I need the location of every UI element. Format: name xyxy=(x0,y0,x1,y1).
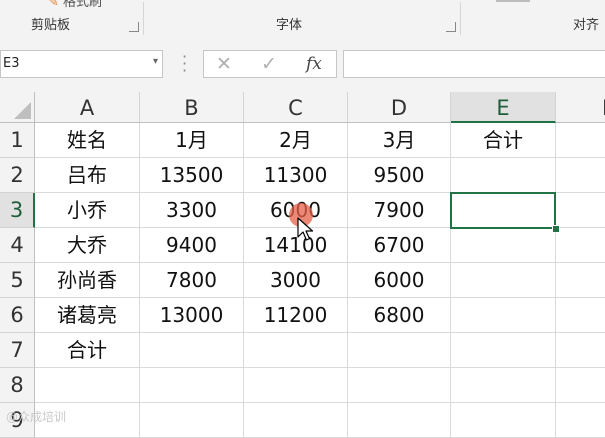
watermark: @众成培训 xyxy=(6,410,67,424)
cell-c9[interactable] xyxy=(244,403,348,438)
cell-c2[interactable]: 11300 xyxy=(244,158,348,193)
cell-e7[interactable] xyxy=(451,333,556,368)
cell-c1[interactable]: 2月 xyxy=(244,123,348,158)
cell-e5[interactable] xyxy=(451,263,556,298)
cell-f7[interactable] xyxy=(556,333,605,368)
cell-b9[interactable] xyxy=(140,403,244,438)
insert-function-icon[interactable]: fx xyxy=(306,54,322,74)
cell-b6[interactable]: 13000 xyxy=(140,298,244,333)
clipboard-group: 剪贴板 xyxy=(0,0,143,37)
cell-b5[interactable]: 7800 xyxy=(140,263,244,298)
column-header-b[interactable]: B xyxy=(140,92,244,123)
cell-a6[interactable]: 诸葛亮 xyxy=(35,298,140,333)
cell-e2[interactable] xyxy=(451,158,556,193)
cell-e4[interactable] xyxy=(451,228,556,263)
more-options-icon[interactable]: · · · xyxy=(182,49,187,79)
row-header-6[interactable]: 6 xyxy=(0,298,35,333)
cell-f4[interactable] xyxy=(556,228,605,263)
cell-b3[interactable]: 3300 xyxy=(140,193,244,228)
cell-d5[interactable]: 6000 xyxy=(348,263,451,298)
column-header-e[interactable]: E xyxy=(451,92,556,123)
cell-b7[interactable] xyxy=(140,333,244,368)
select-all-button[interactable] xyxy=(0,92,35,123)
cancel-icon[interactable]: ✕ xyxy=(216,53,232,75)
cell-c7[interactable] xyxy=(244,333,348,368)
clipboard-group-label: 剪贴板 xyxy=(31,18,71,33)
cell-c6[interactable]: 11200 xyxy=(244,298,348,333)
cell-b1[interactable]: 1月 xyxy=(140,123,244,158)
column-header-a[interactable]: A xyxy=(35,92,140,123)
cell-b8[interactable] xyxy=(140,368,244,403)
cell-e1[interactable]: 合计 xyxy=(451,123,556,158)
active-cell-border xyxy=(450,192,556,229)
mouse-cursor-icon xyxy=(297,217,314,241)
cell-a2[interactable]: 吕布 xyxy=(35,158,140,193)
cell-d4[interactable]: 6700 xyxy=(348,228,451,263)
select-all-triangle-icon xyxy=(14,102,31,119)
cell-a1[interactable]: 姓名 xyxy=(35,123,140,158)
row-header-3[interactable]: 3 xyxy=(0,193,35,228)
cell-a3[interactable]: 小乔 xyxy=(35,193,140,228)
column-header-d[interactable]: D xyxy=(348,92,451,123)
cell-e8[interactable] xyxy=(451,368,556,403)
clipboard-launcher-icon[interactable] xyxy=(129,22,139,32)
spreadsheet-grid[interactable]: A B C D E F 1 2 3 4 5 6 7 8 9 姓名1月2月3月合计… xyxy=(0,92,605,438)
cell-f2[interactable] xyxy=(556,158,605,193)
cell-b4[interactable]: 9400 xyxy=(140,228,244,263)
column-header-c[interactable]: C xyxy=(244,92,348,123)
cell-c8[interactable] xyxy=(244,368,348,403)
cell-d7[interactable] xyxy=(348,333,451,368)
row-header-4[interactable]: 4 xyxy=(0,228,35,263)
name-box[interactable]: E3 ▾ xyxy=(0,50,163,78)
cell-d1[interactable]: 3月 xyxy=(348,123,451,158)
cell-e6[interactable] xyxy=(451,298,556,333)
cell-f1[interactable] xyxy=(556,123,605,158)
cell-f3[interactable] xyxy=(556,193,605,228)
cell-a5[interactable]: 孙尚香 xyxy=(35,263,140,298)
cell-d6[interactable]: 6800 xyxy=(348,298,451,333)
column-header-f[interactable]: F xyxy=(556,92,605,123)
cell-a4[interactable]: 大乔 xyxy=(35,228,140,263)
name-box-value: E3 xyxy=(3,56,20,71)
cell-d8[interactable] xyxy=(348,368,451,403)
cell-a7[interactable]: 合计 xyxy=(35,333,140,368)
font-group: 字体 xyxy=(144,0,460,37)
alignment-group-label: 对齐 xyxy=(573,18,600,33)
alignment-group: 对齐 xyxy=(461,0,605,37)
formula-input[interactable] xyxy=(343,50,605,78)
cell-b2[interactable]: 13500 xyxy=(140,158,244,193)
cell-d3[interactable]: 7900 xyxy=(348,193,451,228)
cell-f9[interactable] xyxy=(556,403,605,438)
formula-buttons: ✕ ✓ fx xyxy=(203,50,337,78)
row-header-2[interactable]: 2 xyxy=(0,158,35,193)
fill-handle[interactable] xyxy=(552,225,560,233)
row-header-1[interactable]: 1 xyxy=(0,123,35,158)
font-group-label: 字体 xyxy=(276,18,303,33)
cell-a8[interactable] xyxy=(35,368,140,403)
chevron-down-icon[interactable]: ▾ xyxy=(153,56,158,67)
cell-d9[interactable] xyxy=(348,403,451,438)
cell-f6[interactable] xyxy=(556,298,605,333)
formula-bar: E3 ▾ · · · ✕ ✓ fx xyxy=(0,38,605,92)
font-launcher-icon[interactable] xyxy=(446,22,456,32)
ribbon: ✎ 格式刷 剪贴板 字体 对齐 xyxy=(0,0,605,39)
cell-c4[interactable]: 14100 xyxy=(244,228,348,263)
cell-e9[interactable] xyxy=(451,403,556,438)
cell-c5[interactable]: 3000 xyxy=(244,263,348,298)
cell-f5[interactable] xyxy=(556,263,605,298)
row-header-8[interactable]: 8 xyxy=(0,368,35,403)
cell-f8[interactable] xyxy=(556,368,605,403)
cell-d2[interactable]: 9500 xyxy=(348,158,451,193)
enter-icon[interactable]: ✓ xyxy=(261,53,277,75)
row-header-5[interactable]: 5 xyxy=(0,263,35,298)
row-header-7[interactable]: 7 xyxy=(0,333,35,368)
